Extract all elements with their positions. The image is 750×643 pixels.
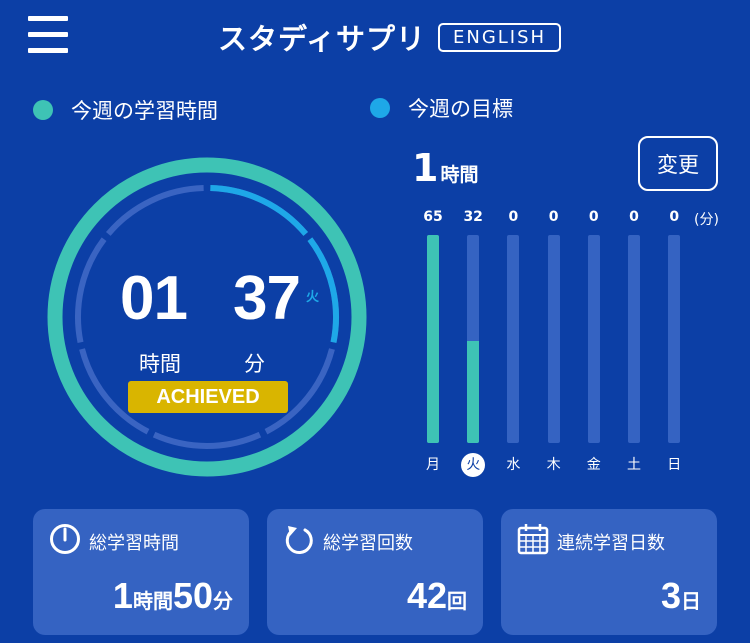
refresh-icon	[285, 526, 313, 555]
bar-track	[507, 235, 520, 443]
card-value-number: 50	[172, 575, 213, 616]
card-title: 連続学習日数	[557, 533, 665, 554]
card-value-number: 42	[406, 575, 447, 616]
app-logo: スタディサプリ ENGLISH	[218, 18, 562, 56]
card-value: 1 時間 50 分	[113, 575, 233, 617]
card-value-number: 3	[660, 575, 681, 616]
bar-track	[587, 235, 600, 443]
ring-day-segment	[152, 431, 262, 449]
bar-day-label: 金	[586, 457, 601, 473]
bar-day-label-today: 火	[461, 453, 486, 477]
card-total-sessions[interactable]: 総学習回数 42 回	[267, 509, 483, 635]
achieved-badge: ACHIEVED	[128, 381, 288, 413]
bar-value-label: 0	[629, 209, 639, 225]
bar-value-label: 65	[423, 209, 443, 225]
bar-value-label: 0	[588, 209, 599, 225]
change-goal-button[interactable]: 変更	[638, 136, 718, 191]
hours-value: 01	[120, 264, 188, 333]
card-value-unit: 回	[447, 589, 467, 613]
card-value-unit: 分	[213, 589, 233, 613]
card-value: 42 回	[407, 575, 467, 617]
legend-this-week: 今週の学習時間	[33, 95, 218, 125]
bar-track	[467, 235, 480, 443]
bar-track	[427, 235, 439, 443]
legend-this-week-label: 今週の学習時間	[71, 99, 218, 123]
ring-day-segment	[75, 237, 107, 343]
legend-goal: 今週の目標	[370, 93, 513, 123]
bar	[427, 235, 439, 443]
bar-value-label: 0	[669, 209, 680, 225]
bar-day-label: 土	[627, 457, 641, 473]
logo-badge: ENGLISH	[437, 22, 562, 52]
bar-value-label: 0	[548, 209, 559, 225]
card-title: 総学習回数	[323, 533, 413, 554]
legend-goal-label: 今週の目標	[408, 97, 513, 121]
blue-dot-icon	[370, 98, 390, 118]
bar	[467, 340, 480, 443]
bar-day-label: 日	[667, 457, 682, 473]
teal-dot-icon	[33, 100, 53, 120]
bar-track	[547, 235, 560, 443]
card-value: 3 日	[661, 575, 701, 617]
minutes-label: 分	[244, 352, 265, 376]
today-mark: 火	[306, 290, 320, 305]
card-streak-days[interactable]: 連続学習日数 3 日	[501, 509, 717, 635]
card-value-number: 1	[112, 575, 133, 616]
bar-track	[668, 235, 681, 443]
logo-text: スタディサプリ	[218, 22, 426, 56]
card-title: 総学習時間	[89, 533, 179, 554]
bar-day-label: 木	[546, 457, 561, 473]
hours-label: 時間	[139, 352, 181, 376]
goal-value: 1 時間	[412, 146, 478, 190]
bar-value-label: 0	[508, 209, 519, 225]
time-display: 01 37	[120, 263, 301, 334]
bar-day-label: 月	[426, 457, 440, 473]
card-total-time[interactable]: 総学習時間 1 時間 50 分	[33, 509, 249, 635]
bar-day-label: 水	[506, 457, 521, 473]
goal-unit: 時間	[440, 164, 479, 186]
goal-number: 1	[412, 146, 439, 190]
minutes-value: 37	[233, 264, 301, 333]
menu-icon[interactable]	[28, 16, 68, 54]
card-value-unit: 時間	[132, 589, 173, 613]
calendar-icon	[517, 524, 549, 555]
card-value-unit: 日	[681, 589, 701, 613]
bar-value-label: 32	[463, 209, 483, 225]
bar-unit-label: (分)	[694, 212, 719, 228]
bar-track	[628, 235, 640, 443]
clock-icon	[50, 524, 80, 554]
